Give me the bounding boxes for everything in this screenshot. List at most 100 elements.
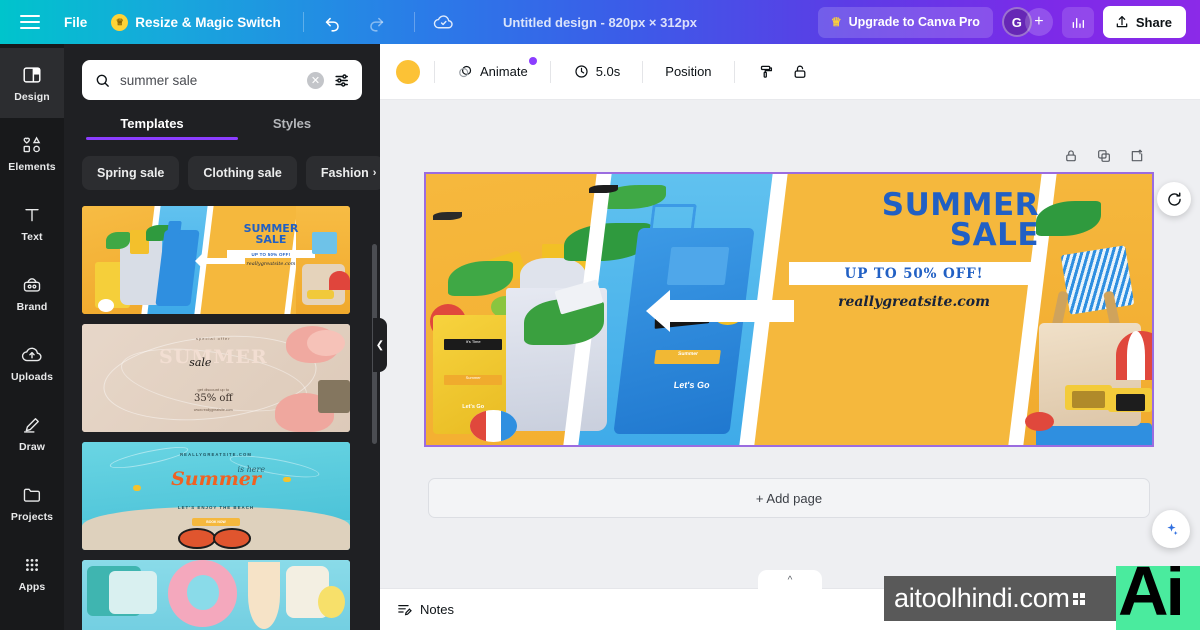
collaborator-avatars: G + <box>1001 7 1053 37</box>
upgrade-to-pro-button[interactable]: ♕ Upgrade to Canva Pro <box>817 6 993 38</box>
chevron-left-icon: ❮ <box>375 339 385 351</box>
template-thumbnail[interactable]: Mega Summer Sale <box>82 560 350 630</box>
position-label: Position <box>665 64 712 79</box>
toolbar-sep-2 <box>549 60 551 83</box>
sidebar-item-label: Draw <box>18 440 46 453</box>
sidebar-item-label: Design <box>14 90 50 103</box>
paint-roller-icon <box>760 65 772 78</box>
blue-suitcase-tag-lets-go: Let's Go <box>673 379 710 390</box>
transparency-button[interactable] <box>749 56 783 88</box>
add-page-button[interactable]: + Add page <box>428 478 1150 518</box>
toolbar-sep-1 <box>434 60 435 83</box>
apps-grid-icon <box>26 558 38 571</box>
file-menu-label: File <box>64 14 88 30</box>
suitcase-tag-summer: Summer <box>444 374 503 386</box>
text-t-icon <box>25 208 39 221</box>
thumb-title: SUMMER SALE <box>243 222 299 247</box>
redo-icon[interactable] <box>362 7 392 37</box>
toolbar-sep-4 <box>733 60 735 83</box>
watermark-grid-icon <box>1072 592 1085 605</box>
thumb-title: SUMMER <box>158 345 268 368</box>
beach-ball <box>469 409 517 443</box>
duration-label: 5.0s <box>595 64 621 79</box>
suitcase-tag-its-time: It's Time <box>444 339 503 351</box>
toolbar-divider-1 <box>302 12 304 32</box>
sidebar-item-draw[interactable]: Draw <box>0 398 64 468</box>
brand-icon <box>23 277 41 292</box>
folder-icon <box>23 488 41 502</box>
design-text-block: SUMMER SALE UP TO 50% OFF! reallygreatsi… <box>789 187 1039 310</box>
position-button[interactable]: Position <box>657 56 719 88</box>
bar-chart-icon[interactable] <box>1061 6 1094 38</box>
watermark-bar: aitoolhindi.com <box>884 576 1116 621</box>
notes-button[interactable]: Notes <box>396 601 454 618</box>
sidebar-item-label: Projects <box>10 510 54 523</box>
timeline-collapse-button[interactable]: ^ <box>758 570 822 590</box>
design-banner-text: UP TO 50% OFF! <box>789 261 1039 285</box>
share-button[interactable]: Share <box>1102 6 1186 38</box>
new-feature-dot <box>528 56 537 65</box>
sidebar-item-projects[interactable]: Projects <box>0 468 64 538</box>
crown-icon: ♕ <box>111 13 129 31</box>
lock-open-icon <box>794 65 805 78</box>
template-thumbnail[interactable]: SUMMER SALE UP TO 50% OFF! reallygreatsi… <box>82 206 350 314</box>
sidebar-item-label: Apps <box>18 580 46 593</box>
animate-button[interactable]: Animate <box>449 56 537 88</box>
notes-icon <box>398 605 412 616</box>
chip-spring-sale[interactable]: Spring sale <box>82 156 180 190</box>
sidebar-item-design[interactable]: Design <box>0 48 64 118</box>
side-panel: ✕ Templates Styles Spring sale Clothing … <box>64 44 380 630</box>
thumb-cta: BOOK NOW <box>191 517 241 526</box>
template-thumbnail[interactable]: special offer SUMMER sale get discount u… <box>82 324 350 432</box>
add-collaborator-button[interactable]: + <box>1024 8 1053 36</box>
chevron-right-icon: › <box>372 167 377 179</box>
add-page-label: + Add page <box>755 490 823 506</box>
add-page-icon[interactable] <box>1129 148 1145 169</box>
file-menu-button[interactable]: File <box>64 15 87 30</box>
panel-collapse-button[interactable]: ❮ <box>373 318 387 372</box>
sidebar-item-brand[interactable]: Brand <box>0 258 64 328</box>
top-bar: File ♕ Resize & Magic Switch Untitled de… <box>0 0 1200 44</box>
design-canvas[interactable]: It's Time Summer Let's Go 50 It's Time G… <box>424 172 1154 447</box>
cloud-saved-icon[interactable] <box>429 7 459 37</box>
sidebar-item-elements[interactable]: Elements <box>0 118 64 188</box>
hamburger-icon[interactable] <box>20 11 40 33</box>
left-rail: Design Elements Text Brand Uploads Draw … <box>0 44 64 630</box>
document-title[interactable]: Untitled design - 820px × 312px <box>503 15 697 30</box>
resize-magic-switch-label: Resize & Magic Switch <box>135 14 281 30</box>
undo-icon[interactable] <box>318 7 348 37</box>
design-title-line1: SUMMER <box>881 187 1039 223</box>
sidebar-item-text[interactable]: Text <box>0 188 64 258</box>
active-tab-underline <box>86 137 238 140</box>
lock-button[interactable] <box>783 56 817 88</box>
duration-button[interactable]: 5.0s <box>565 56 629 88</box>
animate-circles-icon <box>459 65 472 78</box>
filter-chips: Spring sale Clothing sale Fashion › <box>64 140 380 190</box>
duplicate-page-icon[interactable] <box>1096 148 1112 169</box>
sidebar-item-uploads[interactable]: Uploads <box>0 328 64 398</box>
chip-clothing-sale[interactable]: Clothing sale <box>188 156 297 190</box>
magic-refresh-button[interactable] <box>1157 182 1191 216</box>
sidebar-item-label: Uploads <box>10 370 54 383</box>
thumb-script: is here <box>237 464 266 474</box>
ai-assistant-button[interactable] <box>1152 510 1190 548</box>
sidebar-item-apps[interactable]: Apps <box>0 538 64 608</box>
chip-fashion[interactable]: Fashion › <box>305 156 380 190</box>
lock-icon[interactable] <box>1063 148 1079 169</box>
search-box[interactable]: ✕ <box>82 60 362 100</box>
share-label: Share <box>1135 14 1172 30</box>
clear-x-icon[interactable]: ✕ <box>307 71 324 89</box>
color-swatch-button[interactable] <box>396 59 420 84</box>
template-thumbnail[interactable]: REALLYGREATSITE.COM Summer is here LET'S… <box>82 442 350 550</box>
magic-refresh-icon <box>1167 191 1181 206</box>
sidebar-item-label: Text <box>21 230 43 243</box>
animate-label: Animate <box>480 64 528 79</box>
tab-styles[interactable]: Styles <box>222 116 362 140</box>
clock-icon <box>575 65 588 78</box>
editor-toolbar: Animate 5.0s Position <box>380 44 1200 100</box>
search-input[interactable] <box>120 72 298 88</box>
watermark-ai-logo: Ai <box>1116 566 1200 630</box>
thumb-subtitle: LET'S ENJOY THE BEACH <box>177 504 255 510</box>
sidebar-item-label: Elements <box>8 160 56 173</box>
resize-magic-switch-button[interactable]: ♕ Resize & Magic Switch <box>111 13 281 31</box>
